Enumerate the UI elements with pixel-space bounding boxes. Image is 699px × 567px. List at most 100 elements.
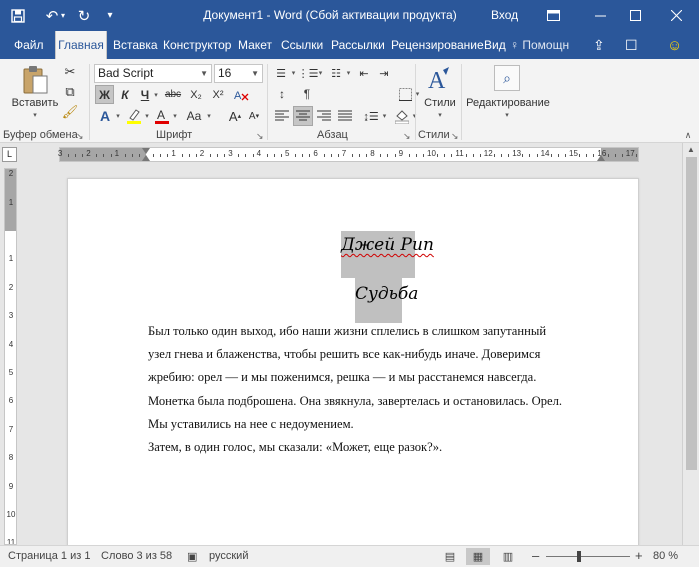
right-indent-marker[interactable]	[597, 155, 605, 161]
text-effects-button[interactable]: A	[96, 106, 114, 126]
justify-icon[interactable]	[335, 106, 355, 126]
close-icon[interactable]	[659, 0, 693, 31]
tab-review[interactable]: Рецензирование	[391, 31, 484, 59]
format-painter-icon[interactable]: 🖌	[62, 104, 79, 120]
tab-view[interactable]: Вид	[484, 31, 506, 59]
redo-icon[interactable]: ↻	[72, 0, 96, 31]
share-icon[interactable]: ⇪	[593, 31, 605, 59]
tab-selector[interactable]: L	[2, 147, 17, 162]
highlight-color-icon[interactable]	[125, 106, 143, 126]
font-name-combo[interactable]: Bad Script ▼	[94, 64, 212, 83]
cut-icon[interactable]: ✂	[62, 64, 78, 80]
tab-mailings[interactable]: Рассылки	[331, 31, 385, 59]
italic-button[interactable]: К	[116, 85, 134, 104]
tab-design[interactable]: Конструктор	[163, 31, 231, 59]
bullets-icon[interactable]: ☰	[272, 64, 290, 82]
search-icon[interactable]: ⌕	[494, 65, 520, 91]
change-case-button[interactable]: Aa	[183, 106, 205, 126]
styles-launcher-icon[interactable]: ↘	[451, 131, 459, 142]
styles-dropdown-icon[interactable]: ▾	[435, 111, 445, 119]
page-count[interactable]: Страница 1 из 1	[8, 550, 90, 562]
strikethrough-button[interactable]: abc	[162, 85, 184, 104]
editing-dropdown-icon[interactable]: ▾	[502, 111, 512, 119]
subscript-button[interactable]: X₂	[186, 85, 206, 104]
tab-file[interactable]: Файл	[14, 31, 44, 59]
tab-layout[interactable]: Макет	[238, 31, 272, 59]
customize-qat-icon[interactable]: ▾	[98, 0, 122, 31]
bullets-dropdown-icon[interactable]: ▾	[290, 64, 297, 82]
zoom-level[interactable]: 80 %	[653, 550, 678, 562]
document-heading-title[interactable]: Судьба	[355, 284, 418, 304]
text-effects-dropdown-icon[interactable]: ▾	[114, 106, 122, 126]
show-formatting-icon[interactable]: ¶	[297, 85, 317, 103]
zoom-in-button[interactable]: +	[635, 548, 643, 563]
scroll-thumb[interactable]	[686, 157, 697, 470]
body-line[interactable]: узел гнева и блаженства, чтобы решить вс…	[148, 343, 618, 366]
clear-formatting-icon[interactable]: A	[230, 85, 252, 104]
sign-in-link[interactable]: Вход	[491, 8, 518, 22]
proofing-icon[interactable]: ▣	[187, 550, 197, 563]
editing-button-label[interactable]: Редактирование	[465, 96, 551, 110]
vertical-scrollbar[interactable]: ▲	[682, 143, 699, 545]
body-line[interactable]: Мы уставились на нее с недоумением.	[148, 413, 618, 436]
decrease-indent-icon[interactable]: ⇤	[355, 64, 373, 82]
grow-font-button[interactable]: A ▴	[227, 106, 243, 126]
line-spacing-dropdown-icon[interactable]: ▾	[381, 106, 388, 126]
ribbon-display-icon[interactable]	[536, 0, 570, 31]
numbering-dropdown-icon[interactable]: ▾	[317, 64, 324, 82]
tell-me-box[interactable]: ♀ Помощн	[510, 31, 569, 59]
styles-button-label[interactable]: Стили	[420, 96, 460, 110]
hanging-indent-marker[interactable]	[142, 155, 150, 161]
shading-icon[interactable]	[393, 106, 411, 126]
tab-home[interactable]: Главная	[55, 31, 107, 60]
underline-dropdown-icon[interactable]: ▾	[152, 85, 160, 104]
multilevel-list-icon[interactable]: ☷	[327, 64, 345, 82]
tab-insert[interactable]: Вставка	[113, 31, 158, 59]
clipboard-launcher-icon[interactable]: ↘	[76, 131, 84, 142]
body-line[interactable]: Затем, в один голос, мы сказали: «Может,…	[148, 436, 618, 459]
minimize-icon[interactable]	[583, 0, 617, 31]
maximize-icon[interactable]	[618, 0, 652, 31]
zoom-slider[interactable]	[546, 556, 630, 557]
paste-icon[interactable]	[19, 64, 51, 96]
zoom-out-button[interactable]: –	[532, 548, 539, 563]
change-case-dropdown-icon[interactable]: ▾	[205, 106, 213, 126]
paste-button-label[interactable]: Вставить	[10, 96, 60, 110]
paste-dropdown-icon[interactable]: ▾	[30, 111, 40, 119]
body-line[interactable]: Монетка была подброшена. Она звякнула, з…	[148, 390, 618, 413]
font-launcher-icon[interactable]: ↘	[256, 131, 264, 142]
font-size-combo[interactable]: 16 ▼	[214, 64, 263, 83]
copy-icon[interactable]: ⧉	[62, 84, 78, 100]
scroll-up-icon[interactable]: ▲	[687, 145, 695, 154]
undo-dropdown-icon[interactable]: ▾	[56, 0, 70, 31]
styles-icon[interactable]: A	[424, 64, 454, 96]
shrink-font-button[interactable]: A ▾	[246, 106, 262, 126]
zoom-slider-thumb[interactable]	[577, 551, 581, 562]
font-color-icon[interactable]: A	[153, 106, 171, 126]
paragraph-launcher-icon[interactable]: ↘	[403, 131, 411, 142]
numbering-icon[interactable]: ⋮☰	[298, 64, 319, 82]
body-line[interactable]: жребию: орел — и мы поженимся, решка — и…	[148, 366, 618, 389]
borders-icon[interactable]	[396, 85, 414, 103]
vertical-ruler[interactable]: 2 1 1 2 3 4 5 6 7 8 9 10 11	[4, 168, 17, 545]
highlight-dropdown-icon[interactable]: ▾	[143, 106, 151, 126]
sort-icon[interactable]: ↕	[272, 85, 292, 103]
document-body[interactable]: Был только один выход, ибо наши жизни сп…	[148, 320, 618, 459]
read-mode-icon[interactable]: ▤	[438, 548, 462, 565]
body-line[interactable]: Был только один выход, ибо наши жизни сп…	[148, 320, 618, 343]
multilevel-dropdown-icon[interactable]: ▾	[345, 64, 352, 82]
document-heading-author[interactable]: Джей Рип	[341, 235, 434, 255]
collapse-ribbon-icon[interactable]: ∧	[682, 129, 694, 141]
document-page[interactable]: Джей Рип Судьба Был только один выход, и…	[67, 178, 639, 558]
language-indicator[interactable]: русский	[209, 550, 248, 562]
font-color-dropdown-icon[interactable]: ▾	[171, 106, 179, 126]
bold-button[interactable]: Ж	[95, 85, 114, 104]
word-count[interactable]: Слово 3 из 58	[101, 550, 172, 562]
horizontal-ruler[interactable]: 3 2 1 1 2 3 4 5 6 7 8 9 10 11 12 13 14 15 16 17	[58, 147, 639, 162]
align-right-icon[interactable]	[314, 106, 334, 126]
comments-icon[interactable]: ☐	[625, 31, 638, 59]
save-icon[interactable]	[6, 0, 30, 31]
web-layout-icon[interactable]: ▥	[496, 548, 520, 565]
line-spacing-icon[interactable]: ↨☰	[361, 106, 381, 126]
tab-references[interactable]: Ссылки	[281, 31, 323, 59]
